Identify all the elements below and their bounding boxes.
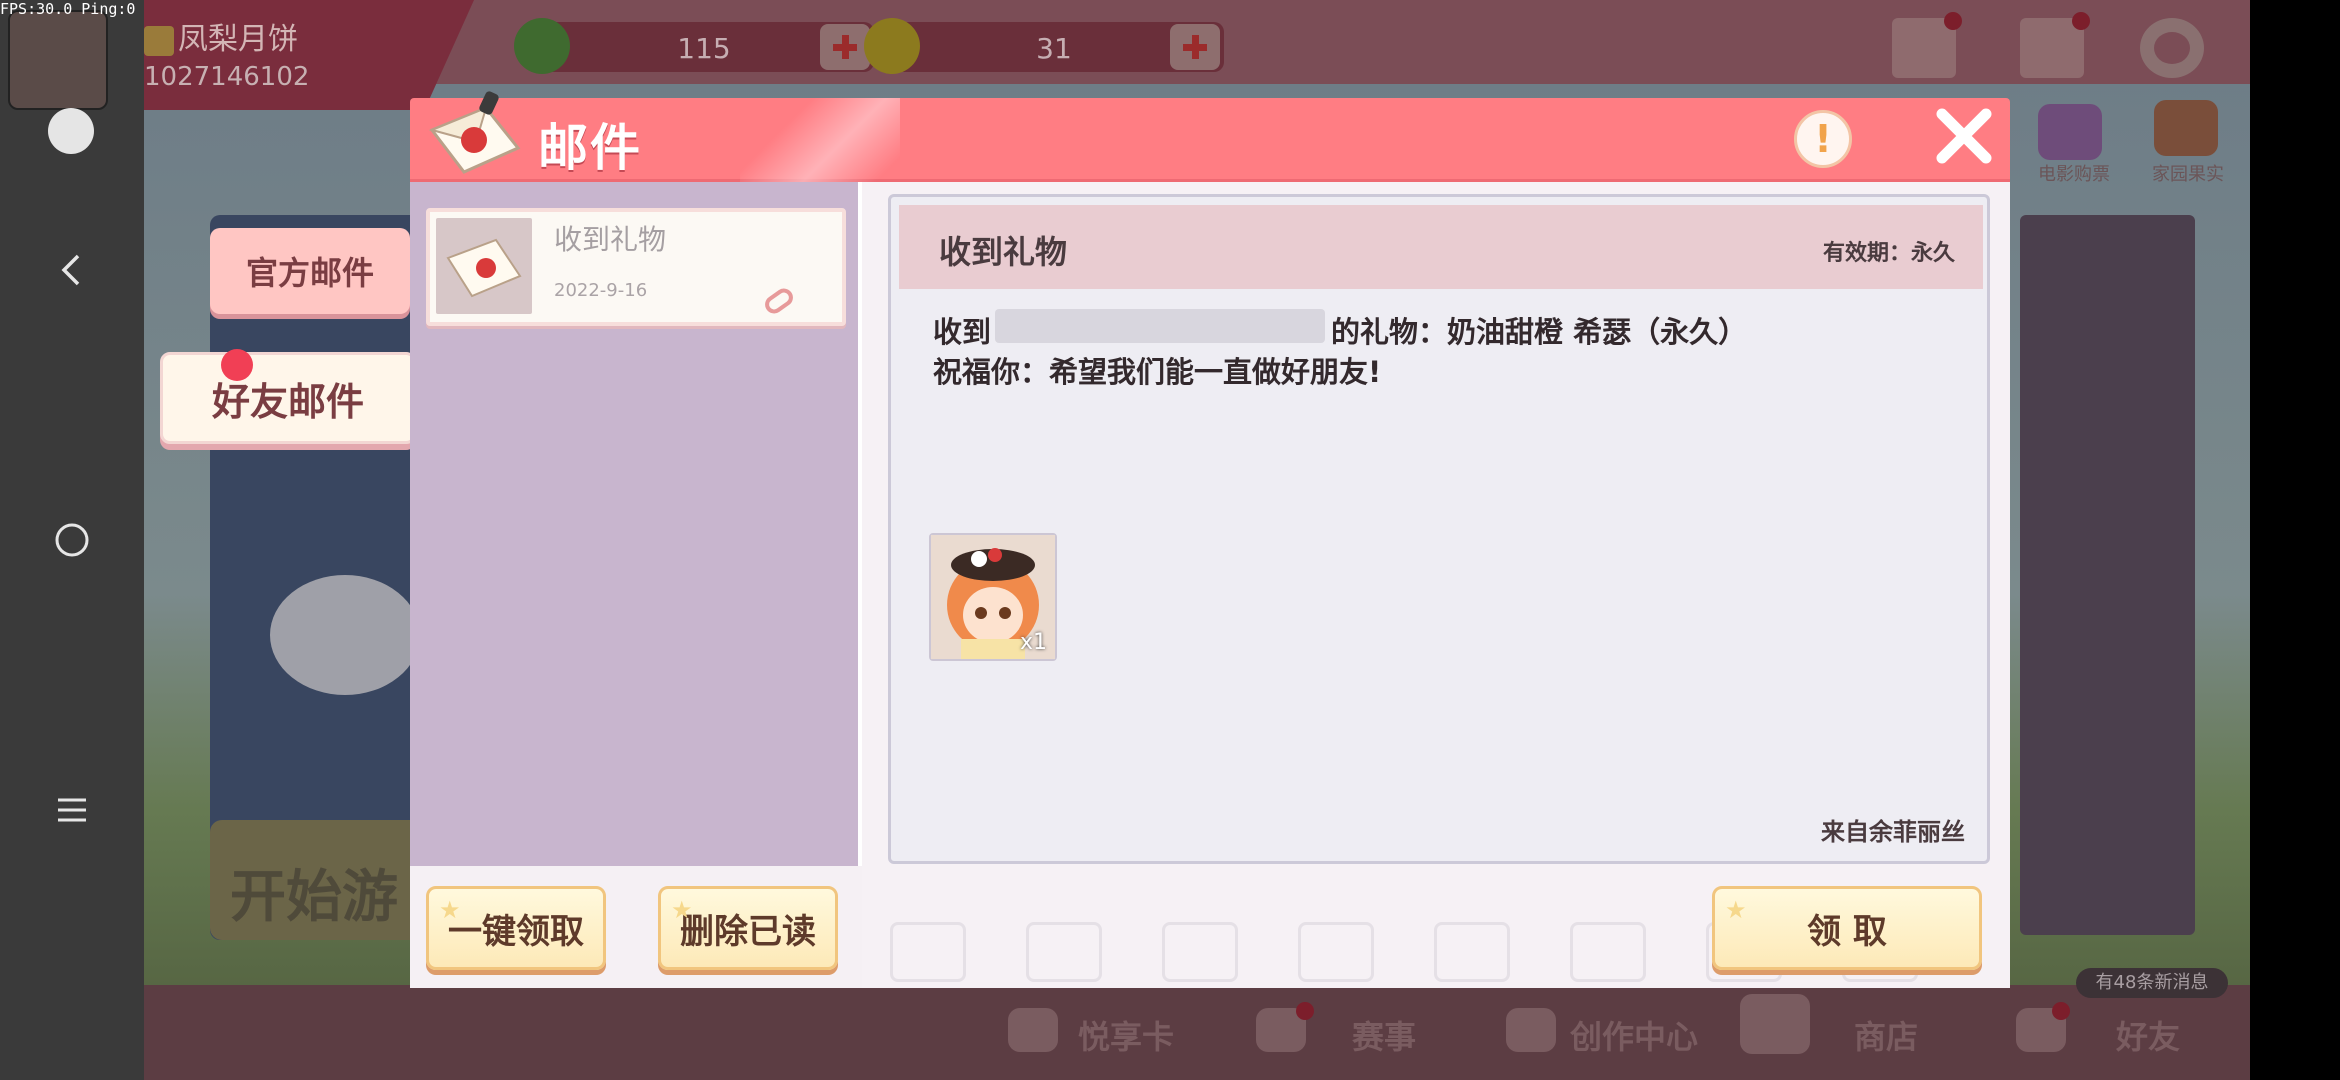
close-button[interactable] <box>1928 100 2000 172</box>
mail-detail-panel: 收到礼物 有效期：永久 收到 的礼物：奶油甜橙 希瑟（永久） 祝福你：希望我们能一… <box>888 194 1990 864</box>
new-message-badge[interactable]: 有48条新消息 <box>2076 968 2228 998</box>
info-symbol: ! <box>1814 117 1832 161</box>
attachment-quantity: x1 <box>1019 630 1047 655</box>
button-label: 删除已读 <box>680 911 816 952</box>
star-icon: ★ <box>671 896 693 924</box>
player-name: 凤梨月饼 <box>178 22 298 57</box>
pattern-tile <box>1026 922 1102 982</box>
side-icon-label: 电影购票 <box>2038 164 2110 185</box>
player-id: 1027146102 <box>144 62 310 92</box>
currency-amount: 115 <box>677 32 731 65</box>
rank-emblem-icon <box>144 25 174 56</box>
list-item[interactable]: 收到礼物 2022-9-16 <box>426 208 846 326</box>
detail-line-2: 祝福你：希望我们能一直做好朋友! <box>933 355 1382 389</box>
mail-item-date: 2022-9-16 <box>554 280 648 301</box>
attachment-clip-icon <box>760 286 800 318</box>
system-nav-bar <box>0 0 144 1080</box>
mail-sender: 来自余菲丽丝 <box>1821 818 1965 846</box>
line1-prefix: 收到 <box>933 315 992 349</box>
gold-coin-icon <box>864 18 920 74</box>
mail-list-panel: 收到礼物 2022-9-16 ★ 一键领取 ★ 删除已读 <box>410 182 862 988</box>
redacted-block <box>995 309 1325 343</box>
validity-label: 有效期：永久 <box>1822 241 1955 266</box>
attachment-item[interactable]: x1 <box>929 533 1057 661</box>
right-banner[interactable] <box>2020 215 2195 935</box>
cube-icon <box>1506 1008 1556 1052</box>
add-gem-button[interactable] <box>820 24 870 70</box>
back-icon[interactable] <box>40 238 104 302</box>
line1-suffix: 的礼物：奶油甜橙 希瑟（永久） <box>1331 315 1748 349</box>
close-icon <box>1936 108 1992 164</box>
nav-item-pass[interactable]: 悦享卡 <box>1078 1012 1174 1058</box>
fps-overlay: FPS:30.0 Ping:0 <box>0 0 136 18</box>
home-icon[interactable] <box>40 508 104 572</box>
menu-icon[interactable] <box>40 778 104 842</box>
start-game-label: 开始游 <box>230 865 398 930</box>
claim-all-button[interactable]: ★ 一键领取 <box>426 886 606 970</box>
info-button[interactable]: ! <box>1794 110 1852 168</box>
start-game-button[interactable]: 开始游 <box>210 820 440 940</box>
pattern-tile <box>890 922 966 982</box>
home-fruit-icon[interactable] <box>2154 100 2218 156</box>
player-name-row: 凤梨月饼 <box>144 14 298 58</box>
add-coin-button[interactable] <box>1170 24 1220 70</box>
mail-item-title: 收到礼物 <box>554 223 667 256</box>
pattern-tile <box>1298 922 1374 982</box>
pig-card-icon <box>1008 1008 1058 1052</box>
currency-amount: 31 <box>1036 32 1072 65</box>
bunny-illustration <box>270 575 420 695</box>
side-icon-label: 家园果实 <box>2152 164 2224 185</box>
delete-read-button[interactable]: ★ 删除已读 <box>658 886 838 970</box>
tab-label: 官方邮件 <box>245 254 374 292</box>
movie-ticket-icon[interactable] <box>2038 104 2102 160</box>
mail-dialog: 邮件 ! 收到礼物 2022-9-16 ★ 一键领取 ★ 删除已读 收到礼物 有… <box>410 91 2010 988</box>
gear-icon[interactable] <box>2140 18 2204 78</box>
mail-icon[interactable] <box>2020 12 2090 78</box>
tab-official-mail[interactable]: 官方邮件 <box>210 228 410 314</box>
record-icon[interactable] <box>48 108 94 154</box>
nav-item-creation[interactable]: 创作中心 <box>1570 1012 1698 1058</box>
detail-header: 收到礼物 有效期：永久 <box>899 205 1983 289</box>
detail-title: 收到礼物 <box>939 233 1068 271</box>
pattern-tile <box>1570 922 1646 982</box>
header-decoration <box>740 98 900 182</box>
notification-dot <box>2052 1002 2070 1020</box>
tab-friend-mail[interactable]: 好友邮件 <box>160 349 416 444</box>
nav-item-shop[interactable]: 商店 <box>1854 1012 1918 1058</box>
button-label: 一键领取 <box>448 911 584 952</box>
dialog-body: 收到礼物 2022-9-16 ★ 一键领取 ★ 删除已读 收到礼物 有效期：永久… <box>410 182 2010 988</box>
nav-item-friends[interactable]: 好友 <box>2116 1012 2180 1058</box>
unread-badge <box>221 349 253 381</box>
dialog-header: 邮件 ! <box>410 91 2010 182</box>
dialog-title: 邮件 <box>538 119 642 177</box>
mail-envelope-icon <box>436 218 532 314</box>
gift-icon[interactable] <box>1892 12 1962 78</box>
pattern-tile <box>1434 922 1510 982</box>
nav-item-events[interactable]: 赛事 <box>1352 1012 1416 1058</box>
button-label: 领 取 <box>1807 911 1887 952</box>
shop-cart-icon <box>1740 994 1810 1054</box>
green-gem-icon <box>514 18 570 74</box>
envelope-icon <box>426 90 524 182</box>
claim-button[interactable]: ★ 领 取 <box>1712 886 1982 970</box>
avatar[interactable] <box>8 10 108 110</box>
star-icon: ★ <box>1725 896 1747 924</box>
notification-dot <box>1296 1002 1314 1020</box>
right-letterbox <box>2250 0 2340 1080</box>
star-icon: ★ <box>439 896 461 924</box>
currency-gold-coin: 31 <box>864 18 1224 74</box>
pattern-tile <box>1162 922 1238 982</box>
currency-green-gem: 115 <box>514 18 874 74</box>
